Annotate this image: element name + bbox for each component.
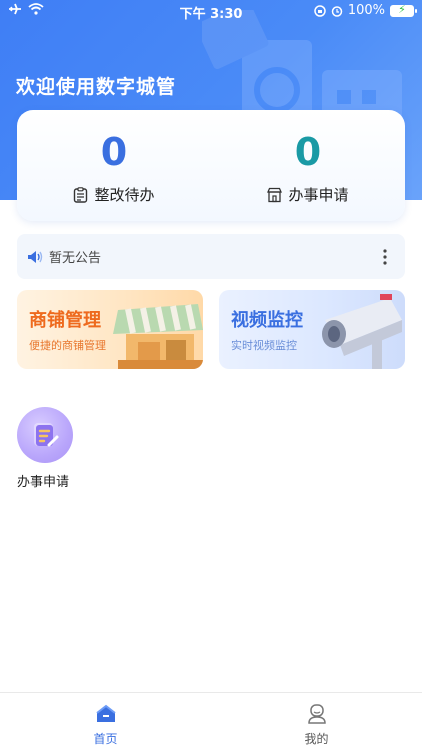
home-screen: 下午 3:30 100% ⚡ 欢迎使用数字城管 0 整改待办 0 办事申请 暂无… [0, 0, 422, 750]
video-monitor-card[interactable]: 视频监控 实时视频监控 [219, 290, 405, 369]
notice-text: 暂无公告 [49, 251, 102, 266]
stat-label: 办事申请 [288, 186, 349, 204]
clipboard-icon [74, 186, 88, 203]
stat-value: 0 [100, 130, 128, 174]
tab-label: 首页 [93, 732, 118, 746]
speaker-icon [28, 250, 43, 263]
stat-rectify-todo[interactable]: 0 整改待办 [17, 110, 211, 221]
battery-icon: ⚡ [390, 3, 417, 17]
feature-title: 视频监控 [231, 310, 303, 331]
stat-label: 整改待办 [94, 186, 155, 204]
shop-management-card[interactable]: 商铺管理 便捷的商铺管理 [17, 290, 203, 369]
feature-title: 商铺管理 [29, 310, 101, 331]
app-icon-bg [17, 407, 73, 463]
tab-home[interactable]: 首页 [0, 693, 211, 750]
feature-subtitle: 实时视频监控 [231, 339, 297, 352]
status-bar: 下午 3:30 100% ⚡ [0, 0, 422, 22]
status-right: 100% ⚡ [314, 3, 417, 18]
storefront-illustration [113, 304, 203, 369]
tab-profile[interactable]: 我的 [211, 693, 422, 750]
page-title: 欢迎使用数字城管 [16, 76, 177, 98]
app-service-apply[interactable]: 办事申请 [17, 407, 77, 490]
user-icon [307, 704, 326, 724]
tab-label: 我的 [304, 732, 329, 746]
notice-bar[interactable]: 暂无公告 [17, 234, 405, 279]
camera-illustration [322, 294, 402, 369]
document-edit-icon [34, 423, 59, 447]
rotation-lock-icon [314, 4, 326, 17]
bottom-tab-bar: 首页 我的 [0, 692, 422, 750]
shop-icon [267, 187, 283, 202]
more-vertical-icon[interactable] [383, 249, 387, 265]
feature-subtitle: 便捷的商铺管理 [29, 339, 106, 352]
home-icon [95, 704, 116, 722]
stat-value: 0 [294, 130, 322, 174]
stat-label-row: 整改待办 [17, 184, 211, 205]
stat-service-apply[interactable]: 0 办事申请 [211, 110, 405, 221]
alarm-icon [331, 5, 343, 17]
stat-label-row: 办事申请 [211, 184, 405, 205]
stats-card: 0 整改待办 0 办事申请 [17, 110, 405, 221]
battery-percent: 100% [347, 3, 385, 18]
app-label: 办事申请 [17, 475, 70, 490]
